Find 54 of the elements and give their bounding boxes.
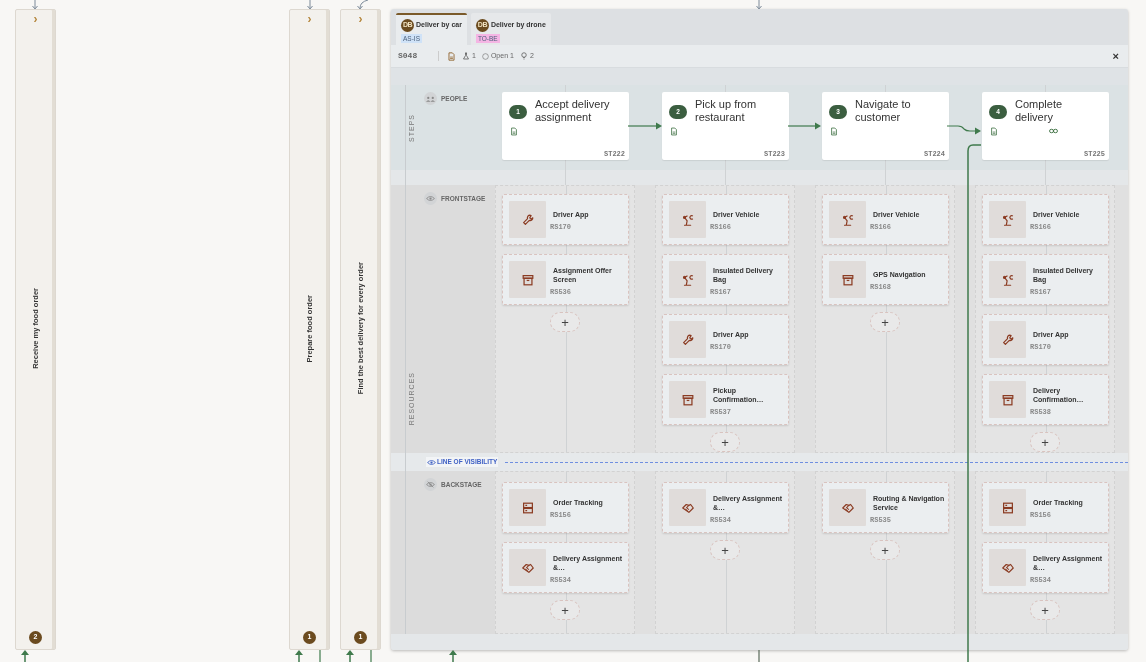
add-button[interactable]: + (870, 312, 900, 332)
document-icon (447, 51, 456, 61)
flask-icon (462, 52, 470, 60)
step-title: Navigate to customer (855, 98, 912, 124)
connector-arrow (21, 650, 29, 662)
wrench-icon (1000, 332, 1015, 347)
archive-box-icon (1000, 392, 1015, 407)
step-title: Pick up from restaurant (695, 98, 758, 124)
connector-arrow (449, 650, 457, 662)
people-icon (426, 95, 435, 102)
archive-box-icon (520, 272, 535, 287)
connector-arrow (357, 0, 369, 10)
server-icon (520, 500, 535, 515)
document-icon (830, 126, 838, 136)
close-button[interactable]: × (1112, 50, 1119, 62)
add-button[interactable]: + (710, 432, 740, 452)
server-icon (1000, 500, 1015, 515)
connector-line (370, 649, 372, 662)
map-id: S048 (398, 50, 419, 62)
bulb-icon (519, 52, 528, 60)
add-button[interactable]: + (550, 600, 580, 620)
connector-arrow (787, 122, 821, 130)
connector-line (319, 649, 321, 662)
connector-arrow (627, 122, 662, 130)
robot-arm-icon (680, 272, 695, 287)
connector-arrow (295, 650, 303, 662)
connector-arrow (307, 0, 313, 10)
wrench-icon (520, 212, 535, 227)
robot-arm-icon (680, 212, 695, 227)
add-button[interactable]: + (870, 540, 900, 560)
robot-arm-icon (1000, 212, 1015, 227)
circle-icon (481, 52, 489, 60)
step-title: Accept delivery assignment (535, 98, 611, 124)
eye-icon (427, 458, 436, 466)
hidden-eye-icon (426, 481, 435, 488)
connector-arrow (756, 0, 762, 10)
add-button[interactable]: + (1030, 600, 1060, 620)
eye-icon (426, 195, 435, 202)
archive-box-icon (680, 392, 695, 407)
wrench-icon (680, 332, 695, 347)
archive-box-icon (840, 272, 855, 287)
document-icon (990, 126, 998, 136)
add-button[interactable]: + (1030, 432, 1060, 452)
step-title: Complete delivery (1015, 98, 1064, 124)
connector-arrow (946, 125, 981, 135)
connector-line (758, 649, 760, 662)
robot-arm-icon (840, 212, 855, 227)
add-button[interactable]: + (710, 540, 740, 560)
add-button[interactable]: + (550, 312, 580, 332)
connector-arrow (346, 650, 354, 662)
document-icon (510, 126, 518, 136)
connector-arrow (32, 0, 38, 10)
document-icon (670, 126, 678, 136)
robot-arm-icon (1000, 272, 1015, 287)
